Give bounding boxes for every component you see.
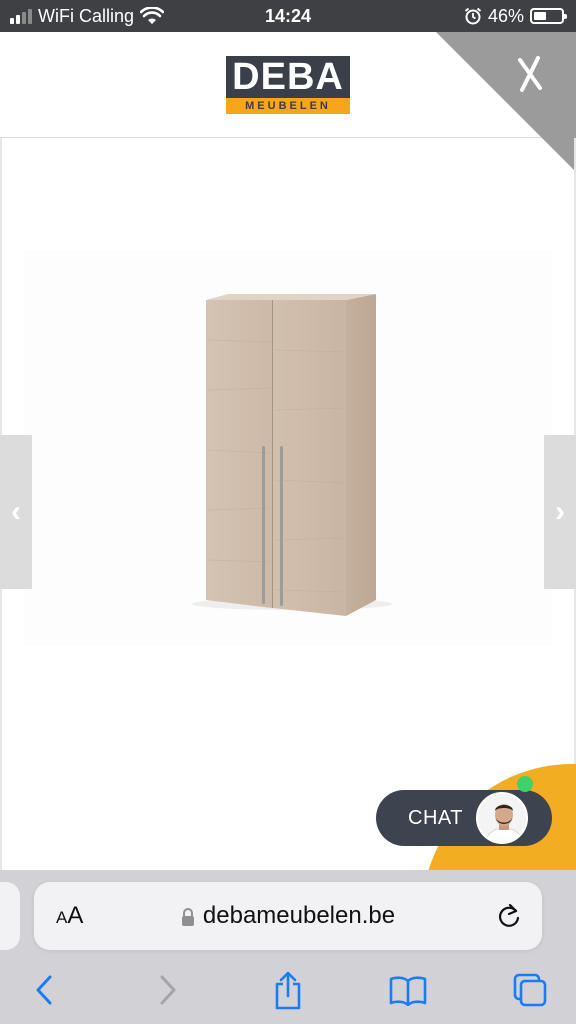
browser-bar: AA debameubelen.be [0,870,576,1024]
address-bar[interactable]: AA debameubelen.be [34,882,542,950]
url-text: debameubelen.be [202,902,396,929]
logo-sub-text: MEUBELEN [226,98,350,114]
online-status-dot [517,776,533,792]
bookmarks-icon [389,976,427,1006]
browser-toolbar [0,962,576,1018]
wardrobe-illustration [192,294,392,616]
chevron-left-icon: ‹ [11,495,21,528]
share-icon [275,971,301,1010]
forward-button[interactable] [146,968,190,1012]
battery-level [534,12,546,20]
chat-label: CHAT [408,806,463,829]
chevron-right-icon: › [555,495,565,528]
reload-icon[interactable] [496,902,522,930]
share-button[interactable] [266,968,310,1012]
tabs-icon [513,973,547,1007]
back-icon [36,975,52,1005]
battery-icon [530,8,567,24]
next-image-button[interactable]: › [544,435,576,589]
web-content[interactable]: DEBA MEUBELEN ‹ › CHAT [0,32,576,870]
deba-logo[interactable]: DEBA MEUBELEN [226,56,350,116]
alarm-icon [464,7,482,25]
status-right: 46% [464,0,567,32]
forward-icon [160,975,176,1005]
back-button[interactable] [22,968,66,1012]
close-button[interactable] [436,32,576,172]
url-display: debameubelen.be [34,902,542,930]
previous-tab-preview[interactable] [0,882,20,950]
lock-icon [181,907,194,926]
battery-percent: 46% [487,5,524,26]
product-image [24,250,552,646]
status-bar: WiFi Calling 14:24 46% [0,0,576,32]
bookmarks-button[interactable] [386,968,430,1012]
logo-main-text: DEBA [226,56,350,98]
prev-image-button[interactable]: ‹ [0,435,32,589]
tabs-button[interactable] [508,968,552,1012]
chat-button[interactable]: CHAT [376,776,552,846]
agent-avatar [476,792,528,844]
screen: WiFi Calling 14:24 46% DEBA MEUBELEN ‹ ›… [0,0,576,1024]
